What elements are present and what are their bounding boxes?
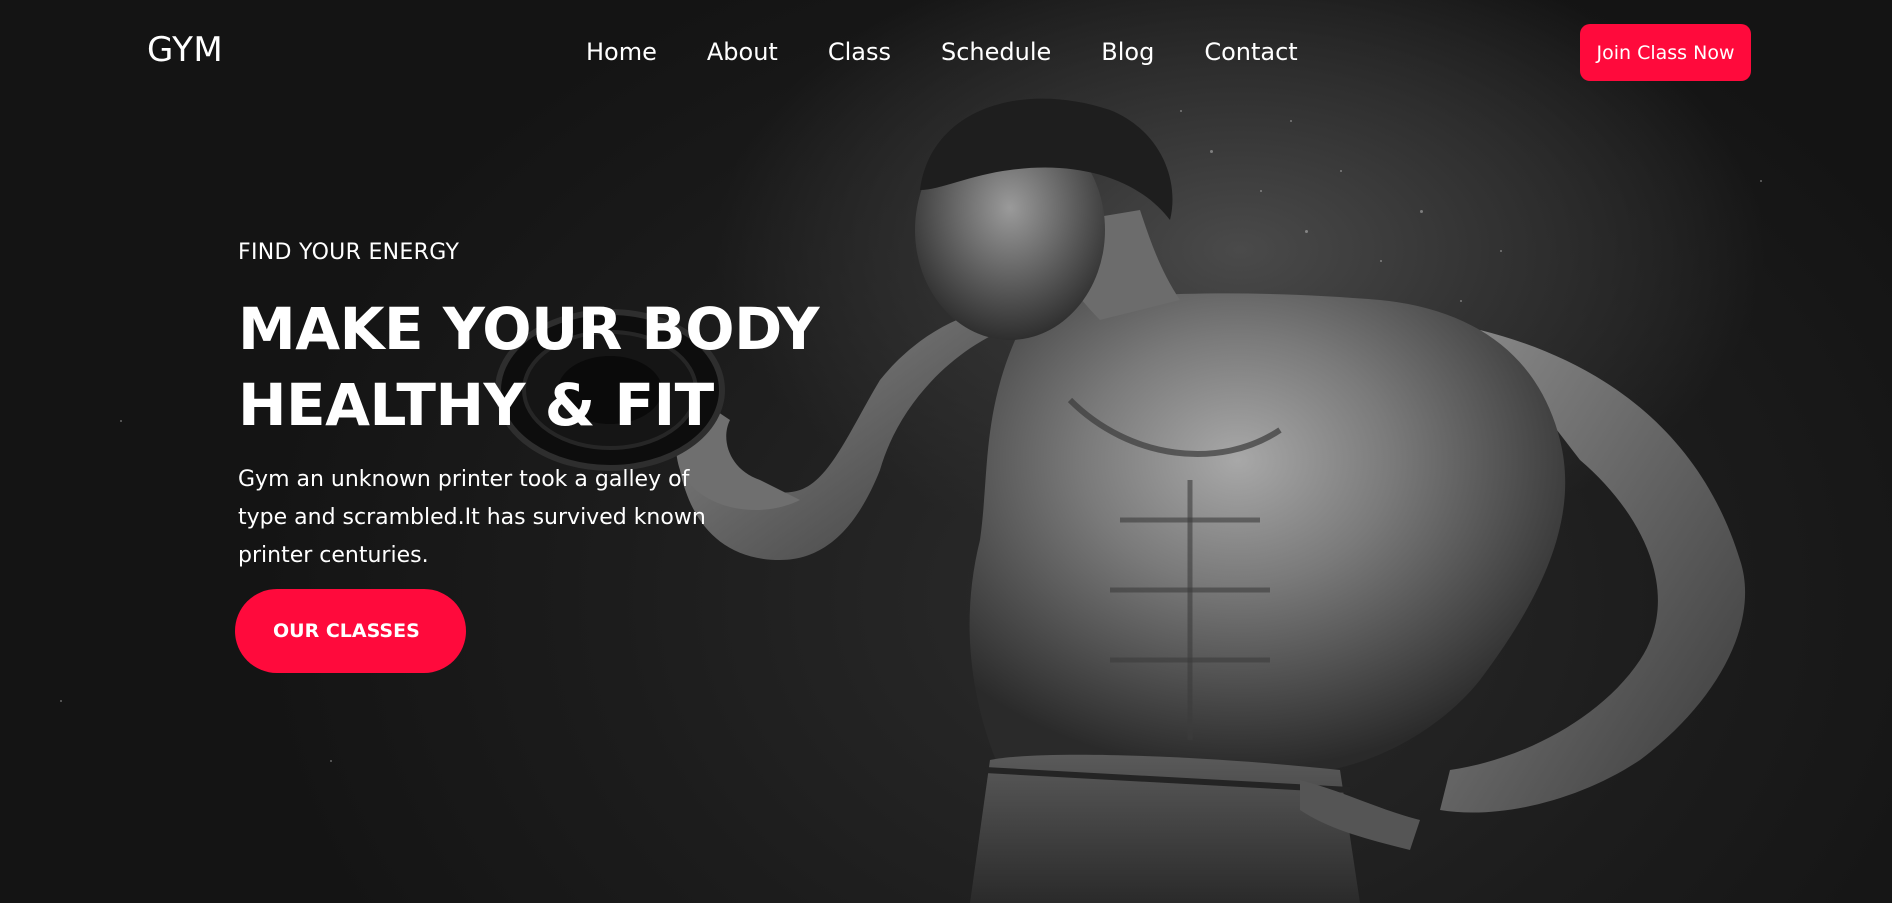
hero-section: GYM Home About Class Schedule Blog Conta… xyxy=(0,0,1892,903)
hero-headline-line-2: HEALTHY & FIT xyxy=(238,371,714,439)
nav-link-home[interactable]: Home xyxy=(586,38,657,66)
our-classes-button[interactable]: OUR CLASSES xyxy=(235,589,466,673)
join-class-button[interactable]: Join Class Now xyxy=(1580,24,1751,81)
hero-content: FIND YOUR ENERGY MAKE YOUR BODY HEALTHY … xyxy=(238,240,820,575)
logo[interactable]: GYM xyxy=(147,30,223,70)
nav-link-blog[interactable]: Blog xyxy=(1101,38,1154,66)
site-header: GYM Home About Class Schedule Blog Conta… xyxy=(0,0,1892,108)
hero-headline: MAKE YOUR BODY HEALTHY & FIT xyxy=(238,291,820,443)
nav-link-contact[interactable]: Contact xyxy=(1204,38,1297,66)
nav-link-class[interactable]: Class xyxy=(828,38,891,66)
hero-description: Gym an unknown printer took a galley of … xyxy=(238,467,706,568)
nav-link-about[interactable]: About xyxy=(707,38,778,66)
hero-headline-line-1: MAKE YOUR BODY xyxy=(238,295,820,363)
main-nav: Home About Class Schedule Blog Contact xyxy=(586,38,1298,66)
hero-eyebrow: FIND YOUR ENERGY xyxy=(238,240,460,265)
nav-link-schedule[interactable]: Schedule xyxy=(941,38,1051,66)
